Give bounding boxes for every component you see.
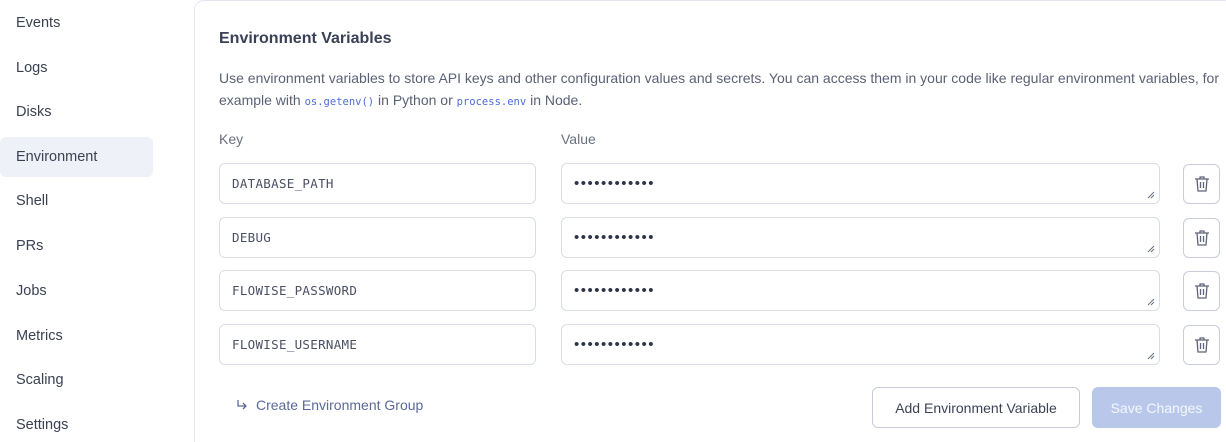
description-text: in Python or	[374, 92, 457, 108]
sidebar-item-label: Scaling	[16, 372, 64, 388]
env-value-input[interactable]: ••••••••••••	[561, 324, 1160, 365]
resize-grip-icon[interactable]	[1147, 191, 1155, 199]
sidebar-item-shell[interactable]: Shell	[0, 181, 153, 221]
trash-icon	[1194, 283, 1209, 299]
env-value-input[interactable]: ••••••••••••	[561, 217, 1160, 258]
sidebar: Events Logs Disks Environment Shell PRs …	[0, 0, 160, 442]
env-value-input[interactable]: ••••••••••••	[561, 270, 1160, 311]
sidebar-item-label: Jobs	[16, 283, 47, 299]
description-text: in Node.	[526, 92, 583, 108]
delete-variable-button[interactable]	[1183, 218, 1220, 258]
trash-icon	[1194, 337, 1209, 353]
delete-variable-button[interactable]	[1183, 164, 1220, 204]
section-description: Use environment variables to store API k…	[219, 67, 1219, 113]
env-key-input[interactable]: DATABASE_PATH	[219, 163, 536, 204]
sidebar-item-label: Metrics	[16, 328, 63, 344]
save-changes-button[interactable]: Save Changes	[1092, 387, 1221, 428]
delete-variable-button[interactable]	[1183, 271, 1220, 311]
return-arrow-icon	[237, 400, 247, 410]
create-environment-group-link[interactable]: Create Environment Group	[236, 397, 423, 413]
masked-value: ••••••••••••	[574, 282, 656, 299]
sidebar-item-logs[interactable]: Logs	[0, 48, 153, 88]
masked-value: ••••••••••••	[574, 175, 656, 192]
sidebar-item-scaling[interactable]: Scaling	[0, 360, 153, 400]
sidebar-item-metrics[interactable]: Metrics	[0, 316, 153, 356]
masked-value: ••••••••••••	[574, 229, 656, 246]
sidebar-item-label: Disks	[16, 104, 52, 120]
sidebar-item-prs[interactable]: PRs	[0, 226, 153, 266]
sidebar-item-label: Logs	[16, 60, 48, 76]
sidebar-item-label: Environment	[16, 149, 98, 165]
value-column-header: Value	[561, 131, 596, 147]
section-title: Environment Variables	[219, 30, 392, 47]
env-key-input[interactable]: FLOWISE_PASSWORD	[219, 270, 536, 311]
resize-grip-icon[interactable]	[1147, 245, 1155, 253]
trash-icon	[1194, 230, 1209, 246]
key-column-header: Key	[219, 131, 244, 147]
env-value-input[interactable]: ••••••••••••	[561, 163, 1160, 204]
sidebar-item-label: Settings	[16, 417, 69, 433]
code-snippet-python: os.getenv()	[304, 96, 375, 108]
env-key-input[interactable]: FLOWISE_USERNAME	[219, 324, 536, 365]
sidebar-item-disks[interactable]: Disks	[0, 92, 153, 132]
sidebar-item-label: PRs	[16, 238, 44, 254]
sidebar-item-events[interactable]: Events	[0, 3, 153, 43]
resize-grip-icon[interactable]	[1147, 352, 1155, 360]
env-key-input[interactable]: DEBUG	[219, 217, 536, 258]
masked-value: ••••••••••••	[574, 336, 656, 353]
add-environment-variable-button[interactable]: Add Environment Variable	[872, 387, 1080, 428]
sidebar-item-label: Events	[16, 15, 61, 31]
trash-icon	[1194, 176, 1209, 192]
sidebar-item-environment[interactable]: Environment	[0, 137, 153, 177]
create-group-label: Create Environment Group	[256, 397, 424, 413]
delete-variable-button[interactable]	[1183, 325, 1220, 365]
sidebar-item-settings[interactable]: Settings	[0, 405, 153, 442]
resize-grip-icon[interactable]	[1147, 298, 1155, 306]
code-snippet-node: process.env	[456, 96, 527, 108]
sidebar-item-label: Shell	[16, 193, 49, 209]
sidebar-item-jobs[interactable]: Jobs	[0, 271, 153, 311]
